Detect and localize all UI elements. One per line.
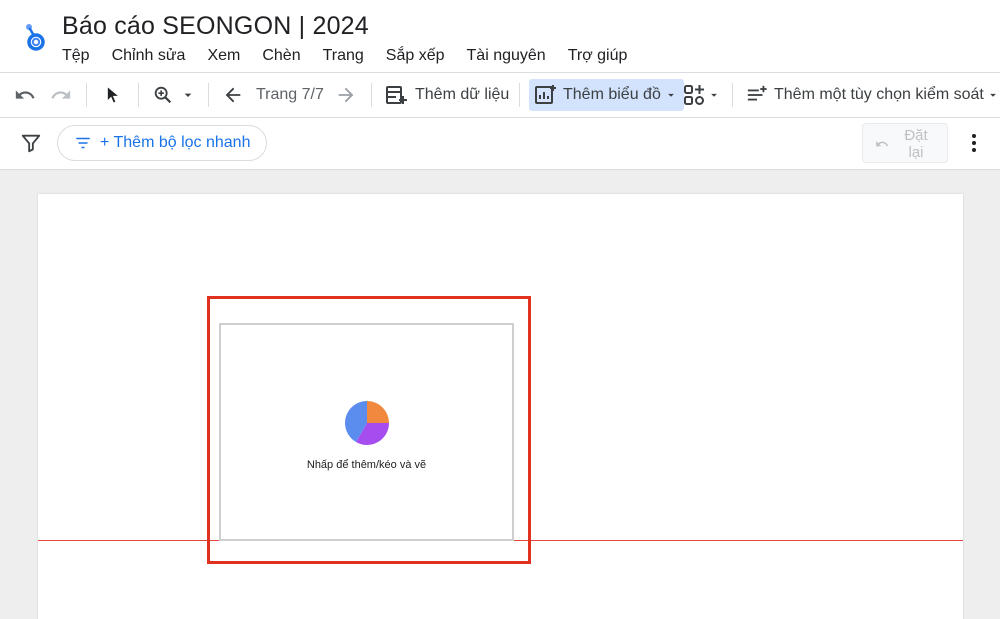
redo-icon [51,90,71,99]
chevron-down-icon [711,93,717,97]
menu-edit[interactable]: Chỉnh sửa [112,47,186,65]
menu-insert[interactable]: Chèn [262,47,300,65]
undo-icon [15,90,35,99]
add-data-icon [386,86,407,104]
toolbar-divider [519,83,520,107]
toolbar-divider [732,83,733,107]
add-chart-label: Thêm biểu đồ [563,86,661,103]
arrow-back-icon [225,87,241,103]
select-button[interactable] [102,73,122,117]
toolbar: Trang 7/7 Thêm dữ liệu Thêm biểu đồ Thêm… [0,72,1000,118]
zoom-in-icon [154,86,172,104]
components-icon [684,85,704,105]
menu-bar: Tệp Chỉnh sửa Xem Chèn Trang Sắp xếp Tài… [62,47,649,65]
menu-resource[interactable]: Tài nguyên [467,47,546,65]
add-component-button[interactable] [682,73,721,117]
redo-button[interactable] [50,73,72,117]
menu-view[interactable]: Xem [207,47,240,65]
chevron-down-icon [989,93,996,97]
arrow-forward-icon [338,87,354,103]
menu-file[interactable]: Tệp [62,47,90,65]
reset-label-line1: Đặt [904,127,928,144]
add-data-button[interactable]: Thêm dữ liệu [384,73,509,117]
add-control-label: Thêm một tùy chọn kiểm soát [774,86,984,103]
filter-list-icon [76,137,90,149]
reset-label-line2: lại [908,144,924,161]
toolbar-divider [371,83,372,107]
add-quick-filter-label: + Thêm bộ lọc nhanh [100,134,251,151]
toolbar-divider [208,83,209,107]
menu-page[interactable]: Trang [323,47,364,65]
previous-page-button[interactable] [222,73,244,117]
pointer-icon [107,87,118,103]
filter-icon[interactable] [20,132,42,159]
chevron-down-icon [184,93,192,97]
undo-button[interactable] [14,73,36,117]
toolbar-divider [86,83,87,107]
add-control-icon [747,85,767,101]
add-data-label: Thêm dữ liệu [415,86,510,103]
menu-arrange[interactable]: Sắp xếp [386,47,445,65]
reset-undo-icon [876,141,889,147]
reset-button[interactable]: Đặt lại [862,123,948,163]
toolbar-divider [138,83,139,107]
filter-bar: + Thêm bộ lọc nhanh Đặt lại [0,118,1000,170]
page-indicator: Trang 7/7 [256,86,324,103]
more-vert-icon[interactable] [968,131,980,160]
report-canvas-area: Nhấp để thêm/kéo và vẽ [0,170,1000,619]
report-page[interactable]: Nhấp để thêm/kéo và vẽ [38,194,963,619]
add-control-button[interactable]: Thêm một tùy chọn kiểm soát [746,73,1000,117]
chevron-down-icon [667,93,674,97]
app-header: Báo cáo SEONGON | 2024 Tệp Chỉnh sửa Xem… [0,0,1000,72]
next-page-button[interactable] [335,73,357,117]
menu-help[interactable]: Trợ giúp [568,47,628,65]
add-chart-button[interactable]: Thêm biểu đồ [529,79,684,111]
add-chart-icon [535,85,556,104]
highlight-box [207,296,531,564]
report-title[interactable]: Báo cáo SEONGON | 2024 [62,12,369,41]
looker-studio-logo-icon[interactable] [20,20,50,54]
zoom-button[interactable] [152,73,196,117]
add-quick-filter-button[interactable]: + Thêm bộ lọc nhanh [57,125,267,161]
